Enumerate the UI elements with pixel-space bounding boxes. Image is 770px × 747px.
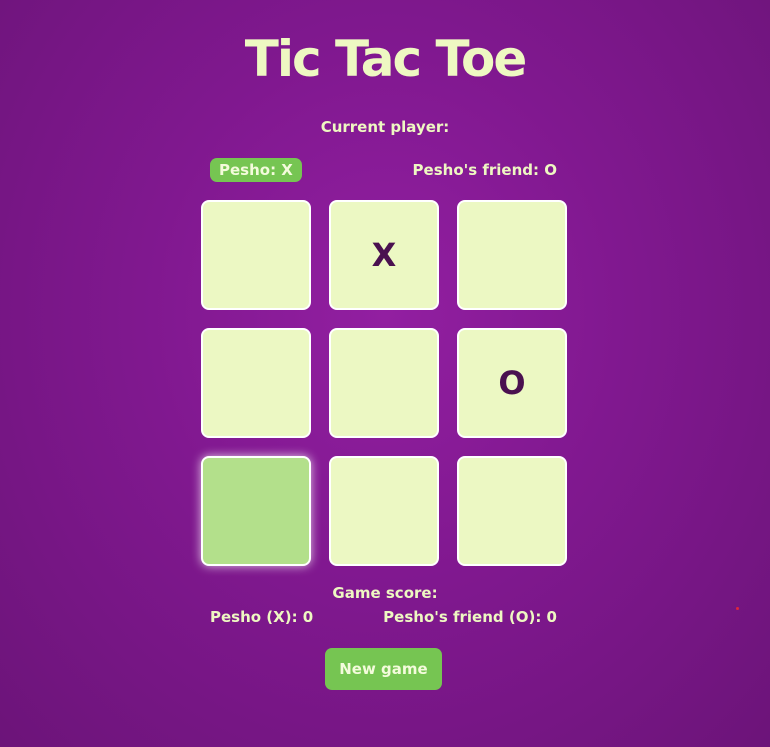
board-cell-6[interactable]: O [457,328,567,438]
board-cell-2[interactable]: X [329,200,439,310]
other-player-label: Pesho's friend: O [412,161,557,179]
current-player-label: Current player: [320,118,450,136]
board-cell-9[interactable] [457,456,567,566]
game-board: X O [201,200,567,566]
cursor-dot [736,607,739,610]
board-cell-5[interactable] [329,328,439,438]
score-player-o: Pesho's friend (O): 0 [383,608,557,626]
board-cell-3[interactable] [457,200,567,310]
board-cell-8[interactable] [329,456,439,566]
game-title: Tic Tac Toe [244,30,527,88]
active-player-badge: Pesho: X [210,158,302,182]
score-row: Pesho (X): 0 Pesho's friend (O): 0 [210,608,557,630]
board-cell-4[interactable] [201,328,311,438]
board-cell-7[interactable] [201,456,311,566]
board-cell-1[interactable] [201,200,311,310]
players-row: Pesho: X Pesho's friend: O [210,158,557,182]
score-player-x: Pesho (X): 0 [210,608,314,626]
game-score-label: Game score: [332,584,438,602]
new-game-button[interactable]: New game [325,648,442,690]
